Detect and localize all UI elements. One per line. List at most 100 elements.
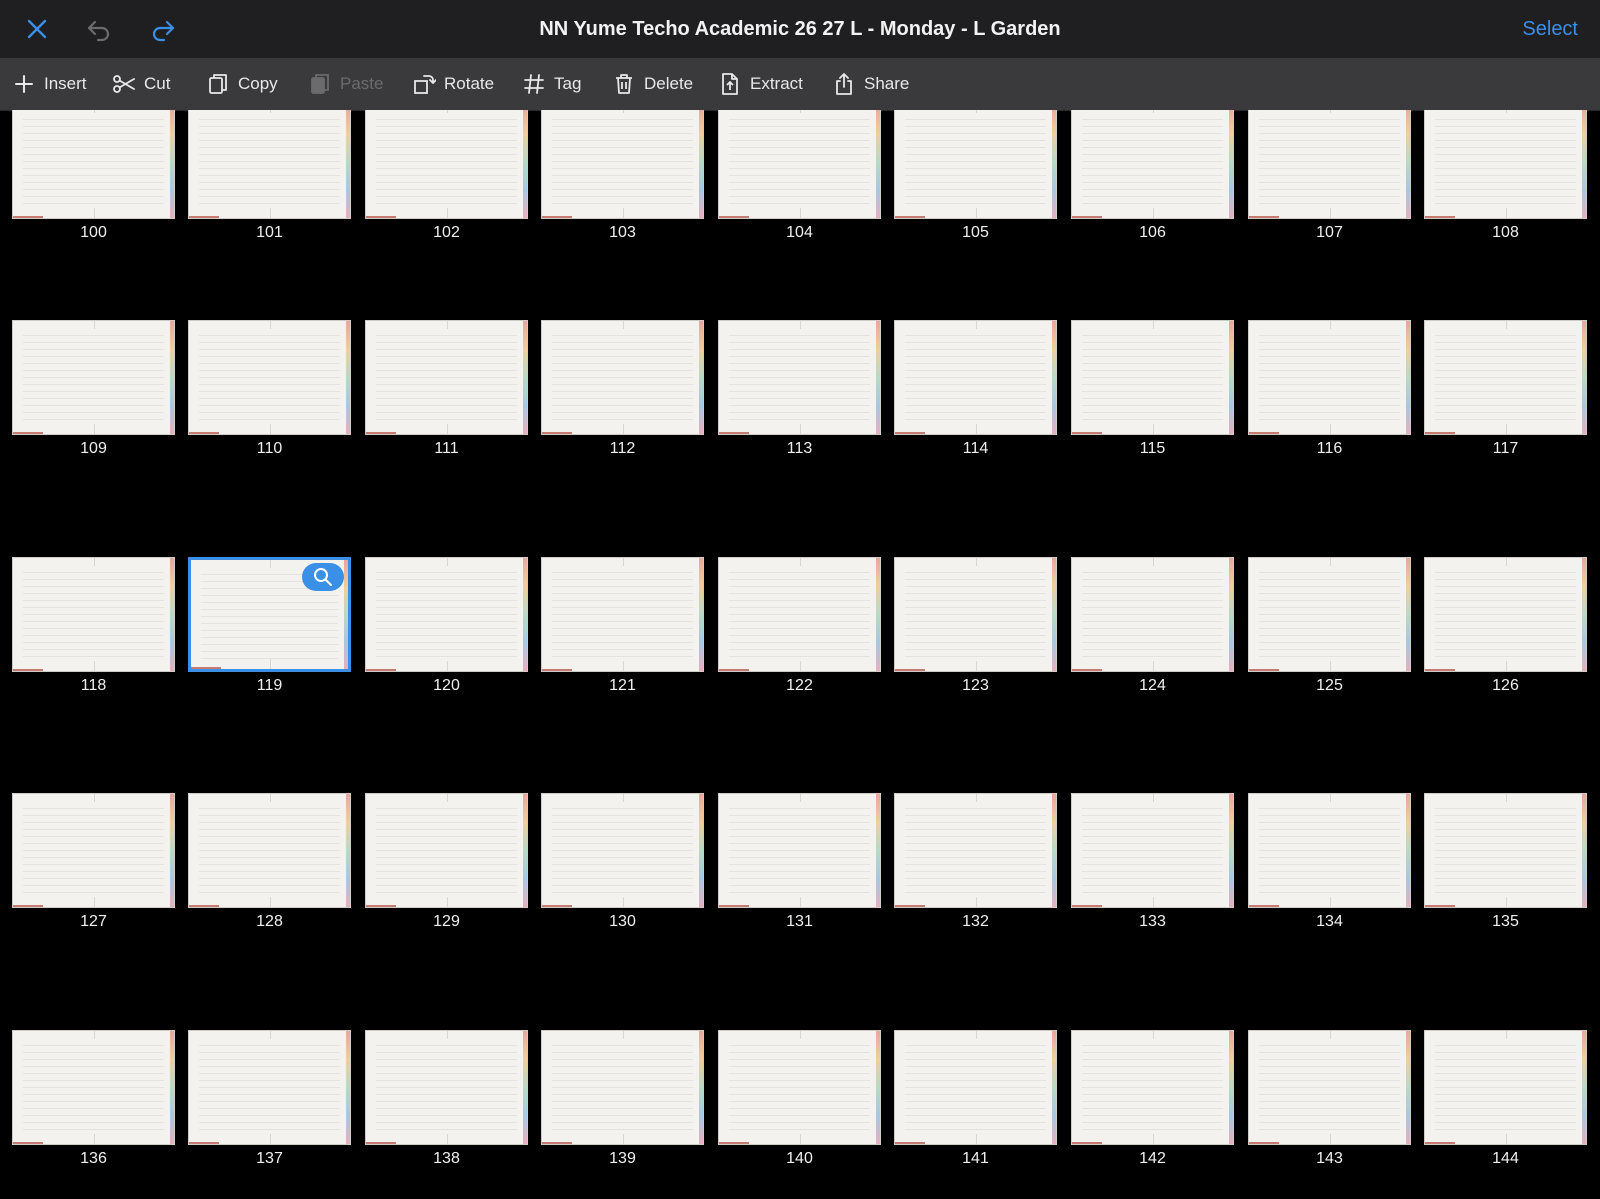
paste-button[interactable]: Paste <box>308 58 383 110</box>
page-thumbnail[interactable] <box>365 1030 528 1145</box>
delete-button[interactable]: Delete <box>612 58 693 110</box>
page-thumbnail[interactable] <box>12 793 175 908</box>
page-preview-content <box>23 802 164 897</box>
page-preview-content <box>729 1039 870 1134</box>
page-footer-strip <box>189 905 219 907</box>
page-thumbnail[interactable] <box>541 793 704 908</box>
zoom-button[interactable] <box>302 563 344 591</box>
page-thumbnail[interactable] <box>894 1030 1057 1145</box>
page-footer-strip <box>1072 432 1102 434</box>
page-thumbnail[interactable] <box>1071 110 1234 219</box>
page-thumbnail[interactable] <box>718 793 881 908</box>
page-thumbnail[interactable] <box>12 1030 175 1145</box>
copy-button[interactable]: Copy <box>206 58 278 110</box>
page-thumbnail[interactable] <box>718 110 881 219</box>
page-number-label: 107 <box>1316 224 1343 241</box>
page-number-label: 124 <box>1139 677 1166 694</box>
page-thumbnail[interactable] <box>541 320 704 435</box>
page-thumbnail[interactable] <box>1248 320 1411 435</box>
page-footer-strip <box>189 432 219 434</box>
page-thumbnail[interactable] <box>1248 110 1411 219</box>
page-thumbnail[interactable] <box>1424 1030 1587 1145</box>
page-thumbnail[interactable] <box>718 1030 881 1145</box>
page-thumbnail[interactable] <box>188 110 351 219</box>
page-footer-strip <box>895 1142 925 1144</box>
copy-label: Copy <box>238 74 278 93</box>
page-thumbnail[interactable] <box>1424 793 1587 908</box>
page-number-label: 125 <box>1316 677 1343 694</box>
page-footer-strip <box>366 1142 396 1144</box>
page-preview-content <box>23 1039 164 1134</box>
extract-label: Extract <box>750 74 803 93</box>
page-footer-strip <box>895 669 925 671</box>
share-label: Share <box>864 74 910 93</box>
page-number-label: 108 <box>1492 224 1519 241</box>
page-thumbnail[interactable] <box>1248 793 1411 908</box>
page-thumbnail[interactable] <box>12 110 175 219</box>
page-preview-content <box>1259 1039 1400 1134</box>
page-thumbnail[interactable] <box>894 320 1057 435</box>
magnifier-icon <box>314 568 332 586</box>
tag-button[interactable]: Tag <box>522 58 581 110</box>
page-number-label: 104 <box>786 224 813 241</box>
page-thumbnail[interactable] <box>1424 110 1587 219</box>
insert-button[interactable]: Insert <box>12 58 87 110</box>
page-preview-content <box>552 113 693 208</box>
page-thumbnail[interactable] <box>894 110 1057 219</box>
page-footer-strip <box>1249 216 1279 218</box>
scissors-icon <box>113 75 135 93</box>
page-thumbnail[interactable] <box>541 1030 704 1145</box>
page-footer-strip <box>542 432 572 434</box>
page-thumbnail[interactable] <box>365 110 528 219</box>
page-footer-strip <box>13 432 43 434</box>
page-thumbnail[interactable] <box>894 793 1057 908</box>
page-thumbnail[interactable] <box>1248 1030 1411 1145</box>
page-thumbnail[interactable] <box>1071 557 1234 672</box>
share-button[interactable]: Share <box>832 58 909 110</box>
page-footer-strip <box>895 216 925 218</box>
page-thumbnail[interactable] <box>188 320 351 435</box>
extract-button[interactable]: Extract <box>718 58 803 110</box>
page-footer-strip <box>542 1142 572 1144</box>
page-thumbnail[interactable] <box>188 793 351 908</box>
page-number-label: 106 <box>1139 224 1166 241</box>
page-thumbnail[interactable] <box>1071 320 1234 435</box>
page-preview-content <box>376 802 517 897</box>
page-number-label: 109 <box>80 440 107 457</box>
cut-button[interactable]: Cut <box>112 58 170 110</box>
page-thumbnail[interactable] <box>188 557 351 672</box>
page-preview-content <box>1435 1039 1576 1134</box>
page-thumbnail[interactable] <box>718 320 881 435</box>
page-number-label: 120 <box>433 677 460 694</box>
page-thumbnail[interactable] <box>1071 1030 1234 1145</box>
page-number-label: 115 <box>1139 440 1166 457</box>
page-thumbnail[interactable] <box>1424 557 1587 672</box>
page-number-label: 139 <box>609 1150 636 1167</box>
page-thumbnail[interactable] <box>365 793 528 908</box>
trash-icon <box>616 74 632 94</box>
page-preview-content <box>729 802 870 897</box>
page-thumbnail[interactable] <box>894 557 1057 672</box>
page-thumbnail[interactable] <box>718 557 881 672</box>
select-button[interactable]: Select <box>1522 0 1578 58</box>
page-thumbnail[interactable] <box>1248 557 1411 672</box>
page-thumbnail[interactable] <box>365 557 528 672</box>
page-number-label: 123 <box>962 677 989 694</box>
page-preview-content <box>23 113 164 208</box>
page-thumbnail[interactable] <box>12 320 175 435</box>
rotate-button[interactable]: Rotate <box>412 58 494 110</box>
page-preview-content <box>199 329 340 424</box>
page-footer-strip <box>1249 669 1279 671</box>
page-thumbnail[interactable] <box>541 557 704 672</box>
page-thumbnail[interactable] <box>541 110 704 219</box>
page-number-label: 101 <box>256 224 283 241</box>
page-thumbnail[interactable] <box>365 320 528 435</box>
page-footer-strip <box>13 216 43 218</box>
page-number-label: 113 <box>786 440 813 457</box>
page-thumbnail[interactable] <box>188 1030 351 1145</box>
page-footer-strip <box>719 905 749 907</box>
page-thumbnail[interactable] <box>1424 320 1587 435</box>
paste-label: Paste <box>340 74 384 93</box>
page-thumbnail[interactable] <box>1071 793 1234 908</box>
page-thumbnail[interactable] <box>12 557 175 672</box>
